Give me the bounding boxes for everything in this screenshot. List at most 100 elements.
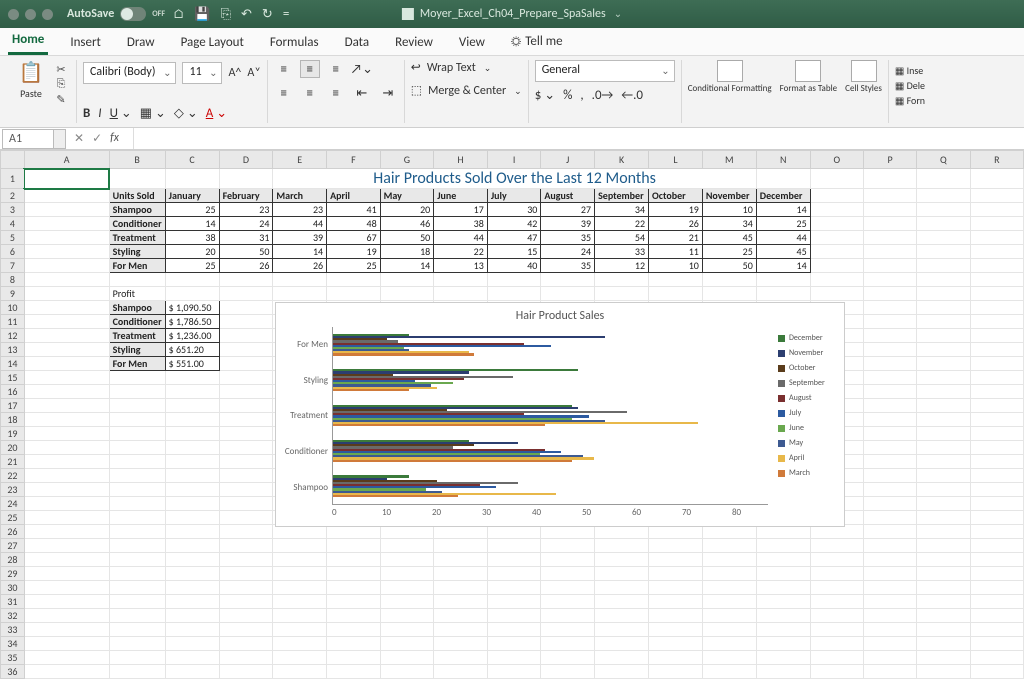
tab-insert[interactable]: Insert <box>66 30 105 55</box>
col-header-O[interactable]: O <box>810 151 863 169</box>
align-center-icon[interactable]: ≡ <box>300 84 320 102</box>
conditional-formatting-button[interactable]: Conditional Formatting <box>688 60 772 93</box>
row-header-21[interactable]: 21 <box>1 455 25 469</box>
format-painter-icon[interactable]: ✎ <box>52 92 70 106</box>
copy-icon[interactable]: ⎘ <box>52 77 70 91</box>
row-header-8[interactable]: 8 <box>1 273 25 287</box>
increase-decimal-icon[interactable]: .0→ <box>592 88 614 103</box>
col-header-C[interactable]: C <box>165 151 219 169</box>
row-header-25[interactable]: 25 <box>1 511 25 525</box>
row-header-13[interactable]: 13 <box>1 343 25 357</box>
col-header-P[interactable]: P <box>863 151 916 169</box>
row-header-1[interactable]: 1 <box>1 169 25 189</box>
italic-button[interactable]: I <box>98 106 101 121</box>
row-header-31[interactable]: 31 <box>1 595 25 609</box>
col-header-F[interactable]: F <box>327 151 381 169</box>
col-header-N[interactable]: N <box>756 151 810 169</box>
col-header-B[interactable]: B <box>109 151 165 169</box>
col-header-R[interactable]: R <box>970 151 1023 169</box>
align-left-icon[interactable]: ≡ <box>274 84 294 102</box>
tab-page-layout[interactable]: Page Layout <box>177 30 248 55</box>
underline-button[interactable]: U ⌄ <box>110 106 132 121</box>
row-header-29[interactable]: 29 <box>1 567 25 581</box>
tab-data[interactable]: Data <box>341 30 374 55</box>
col-header-M[interactable]: M <box>702 151 756 169</box>
col-header-A[interactable]: A <box>24 151 109 169</box>
row-header-19[interactable]: 19 <box>1 427 25 441</box>
row-header-10[interactable]: 10 <box>1 301 25 315</box>
row-header-32[interactable]: 32 <box>1 609 25 623</box>
font-color-button[interactable]: A ⌄ <box>206 106 227 121</box>
row-header-7[interactable]: 7 <box>1 259 25 273</box>
fill-color-button[interactable]: ◇ ⌄ <box>174 106 198 121</box>
tab-formulas[interactable]: Formulas <box>266 30 323 55</box>
maximize-icon[interactable] <box>42 9 53 20</box>
row-header-18[interactable]: 18 <box>1 413 25 427</box>
redo-icon[interactable]: ↻ <box>262 7 273 22</box>
chart-hair-product-sales[interactable]: Hair Product Sales For MenStylingTreatme… <box>275 302 845 527</box>
row-header-23[interactable]: 23 <box>1 483 25 497</box>
row-header-24[interactable]: 24 <box>1 497 25 511</box>
row-header-5[interactable]: 5 <box>1 231 25 245</box>
autosave-toggle[interactable]: AutoSave OFF <box>67 7 165 21</box>
col-header-K[interactable]: K <box>595 151 649 169</box>
bold-button[interactable]: B <box>83 106 90 121</box>
window-controls[interactable] <box>8 9 53 20</box>
document-title[interactable]: Moyer_Excel_Ch04_Prepare_SpaSales <box>402 7 622 21</box>
overflow-icon[interactable]: = <box>283 7 289 22</box>
row-header-4[interactable]: 4 <box>1 217 25 231</box>
minimize-icon[interactable] <box>25 9 36 20</box>
formula-input[interactable] <box>133 128 1024 149</box>
decrease-font-icon[interactable]: A˅ <box>247 66 260 80</box>
paste-button[interactable]: 📋 Paste <box>12 60 50 100</box>
format-as-table-button[interactable]: Format as Table <box>780 60 838 93</box>
align-bottom-icon[interactable]: ≡ <box>326 60 346 78</box>
font-size-select[interactable]: 11 <box>182 62 222 84</box>
format-cells-button[interactable]: Forn <box>895 94 925 107</box>
touch-icon[interactable]: ⎘ <box>221 7 231 22</box>
row-header-35[interactable]: 35 <box>1 651 25 665</box>
tab-view[interactable]: View <box>455 30 489 55</box>
comma-icon[interactable]: , <box>580 88 583 103</box>
row-header-2[interactable]: 2 <box>1 189 25 203</box>
align-right-icon[interactable]: ≡ <box>326 84 346 102</box>
chevron-down-icon[interactable] <box>612 7 622 21</box>
row-header-12[interactable]: 12 <box>1 329 25 343</box>
merge-center-button[interactable]: ⬚ Merge & Center <box>411 83 522 98</box>
col-header-D[interactable]: D <box>219 151 273 169</box>
row-header-11[interactable]: 11 <box>1 315 25 329</box>
increase-font-icon[interactable]: A^ <box>228 66 241 80</box>
col-header-E[interactable]: E <box>273 151 327 169</box>
row-header-14[interactable]: 14 <box>1 357 25 371</box>
border-button[interactable]: ▦ ⌄ <box>140 106 166 121</box>
row-header-6[interactable]: 6 <box>1 245 25 259</box>
fx-label[interactable]: fx <box>110 131 119 146</box>
font-name-select[interactable]: Calibri (Body) <box>83 62 176 84</box>
tab-draw[interactable]: Draw <box>123 30 159 55</box>
name-box[interactable]: A1 <box>2 129 66 149</box>
number-format-select[interactable]: General <box>535 60 675 82</box>
percent-icon[interactable]: % <box>563 88 572 103</box>
decrease-indent-icon[interactable]: ⇤ <box>352 84 372 102</box>
row-header-22[interactable]: 22 <box>1 469 25 483</box>
row-header-27[interactable]: 27 <box>1 539 25 553</box>
home-icon[interactable]: ⌂ <box>173 7 184 22</box>
save-icon[interactable]: 💾 <box>194 7 210 22</box>
row-header-34[interactable]: 34 <box>1 637 25 651</box>
row-header-30[interactable]: 30 <box>1 581 25 595</box>
row-header-28[interactable]: 28 <box>1 553 25 567</box>
tell-me-search[interactable]: ☼ Tell me <box>507 28 567 55</box>
row-header-36[interactable]: 36 <box>1 665 25 679</box>
increase-indent-icon[interactable]: ⇥ <box>378 84 398 102</box>
tab-home[interactable]: Home <box>8 27 48 55</box>
currency-icon[interactable]: $ ⌄ <box>535 88 555 103</box>
toggle-icon[interactable] <box>120 7 146 21</box>
chevron-down-icon[interactable] <box>512 84 522 98</box>
row-header-26[interactable]: 26 <box>1 525 25 539</box>
spin-icon[interactable] <box>53 130 65 148</box>
row-header-33[interactable]: 33 <box>1 623 25 637</box>
tab-review[interactable]: Review <box>391 30 437 55</box>
col-header-I[interactable]: I <box>487 151 541 169</box>
col-header-J[interactable]: J <box>541 151 595 169</box>
col-header-L[interactable]: L <box>649 151 703 169</box>
